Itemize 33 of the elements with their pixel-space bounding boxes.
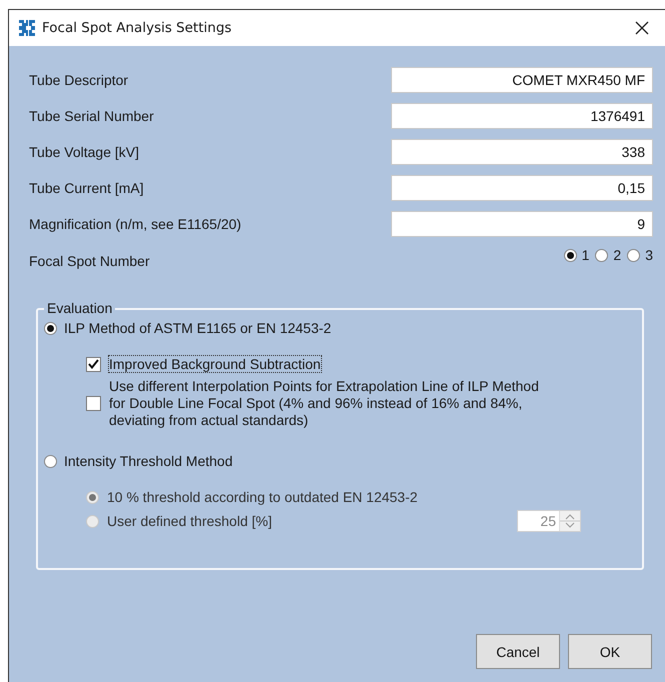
- input-field[interactable]: COMET MXR450 MF: [391, 67, 653, 93]
- checkbox-label: Use different Interpolation Points for Extrapolation Line of ILP Method for Double Line Focal Spot (4% and 96% instead of 16% and 84%, deviating from actual standards): [109, 378, 540, 429]
- radio-label: Intensity Threshold Method: [64, 453, 233, 469]
- field-label: Tube Descriptor: [29, 72, 128, 88]
- checkbox-label: Improved Background Subtraction: [109, 356, 321, 372]
- dialog-button[interactable]: OK: [568, 634, 652, 669]
- radio-label: ILP Method of ASTM E1165 or EN 12453-2: [64, 320, 332, 336]
- input-field[interactable]: 0,15: [391, 175, 653, 201]
- radio-label: 2: [613, 247, 622, 263]
- radio-label: User defined threshold [%]: [107, 513, 272, 529]
- close-icon[interactable]: [635, 21, 649, 35]
- field-label: Tube Serial Number: [29, 108, 154, 124]
- dialog-button[interactable]: Cancel: [476, 634, 560, 669]
- group-title: Evaluation: [44, 300, 116, 316]
- field-label: Tube Voltage [kV]: [29, 144, 139, 160]
- checkbox[interactable]: [86, 396, 101, 411]
- window-title: Focal Spot Analysis Settings: [42, 20, 233, 36]
- checkbox[interactable]: [86, 356, 101, 372]
- radio-button[interactable]: [595, 248, 608, 262]
- input-field[interactable]: 1376491: [391, 103, 653, 129]
- input-field[interactable]: 338: [391, 139, 653, 165]
- radio-label: 3: [645, 247, 653, 263]
- radio-button[interactable]: [627, 248, 640, 262]
- radio-button[interactable]: [44, 454, 57, 468]
- input-field[interactable]: 9: [391, 211, 653, 237]
- field-label: Magnification (n/m, see E1165/20): [29, 216, 242, 232]
- radio-button[interactable]: [44, 322, 57, 334]
- radio-label: 1: [582, 247, 590, 263]
- radio-label: 10 % threshold according to outdated EN 12453-2: [107, 489, 418, 505]
- field-label: Tube Current [mA]: [29, 180, 144, 196]
- field-label: Focal Spot Number: [29, 253, 150, 269]
- app-logo-icon: [19, 20, 35, 36]
- radio-button[interactable]: [564, 248, 577, 262]
